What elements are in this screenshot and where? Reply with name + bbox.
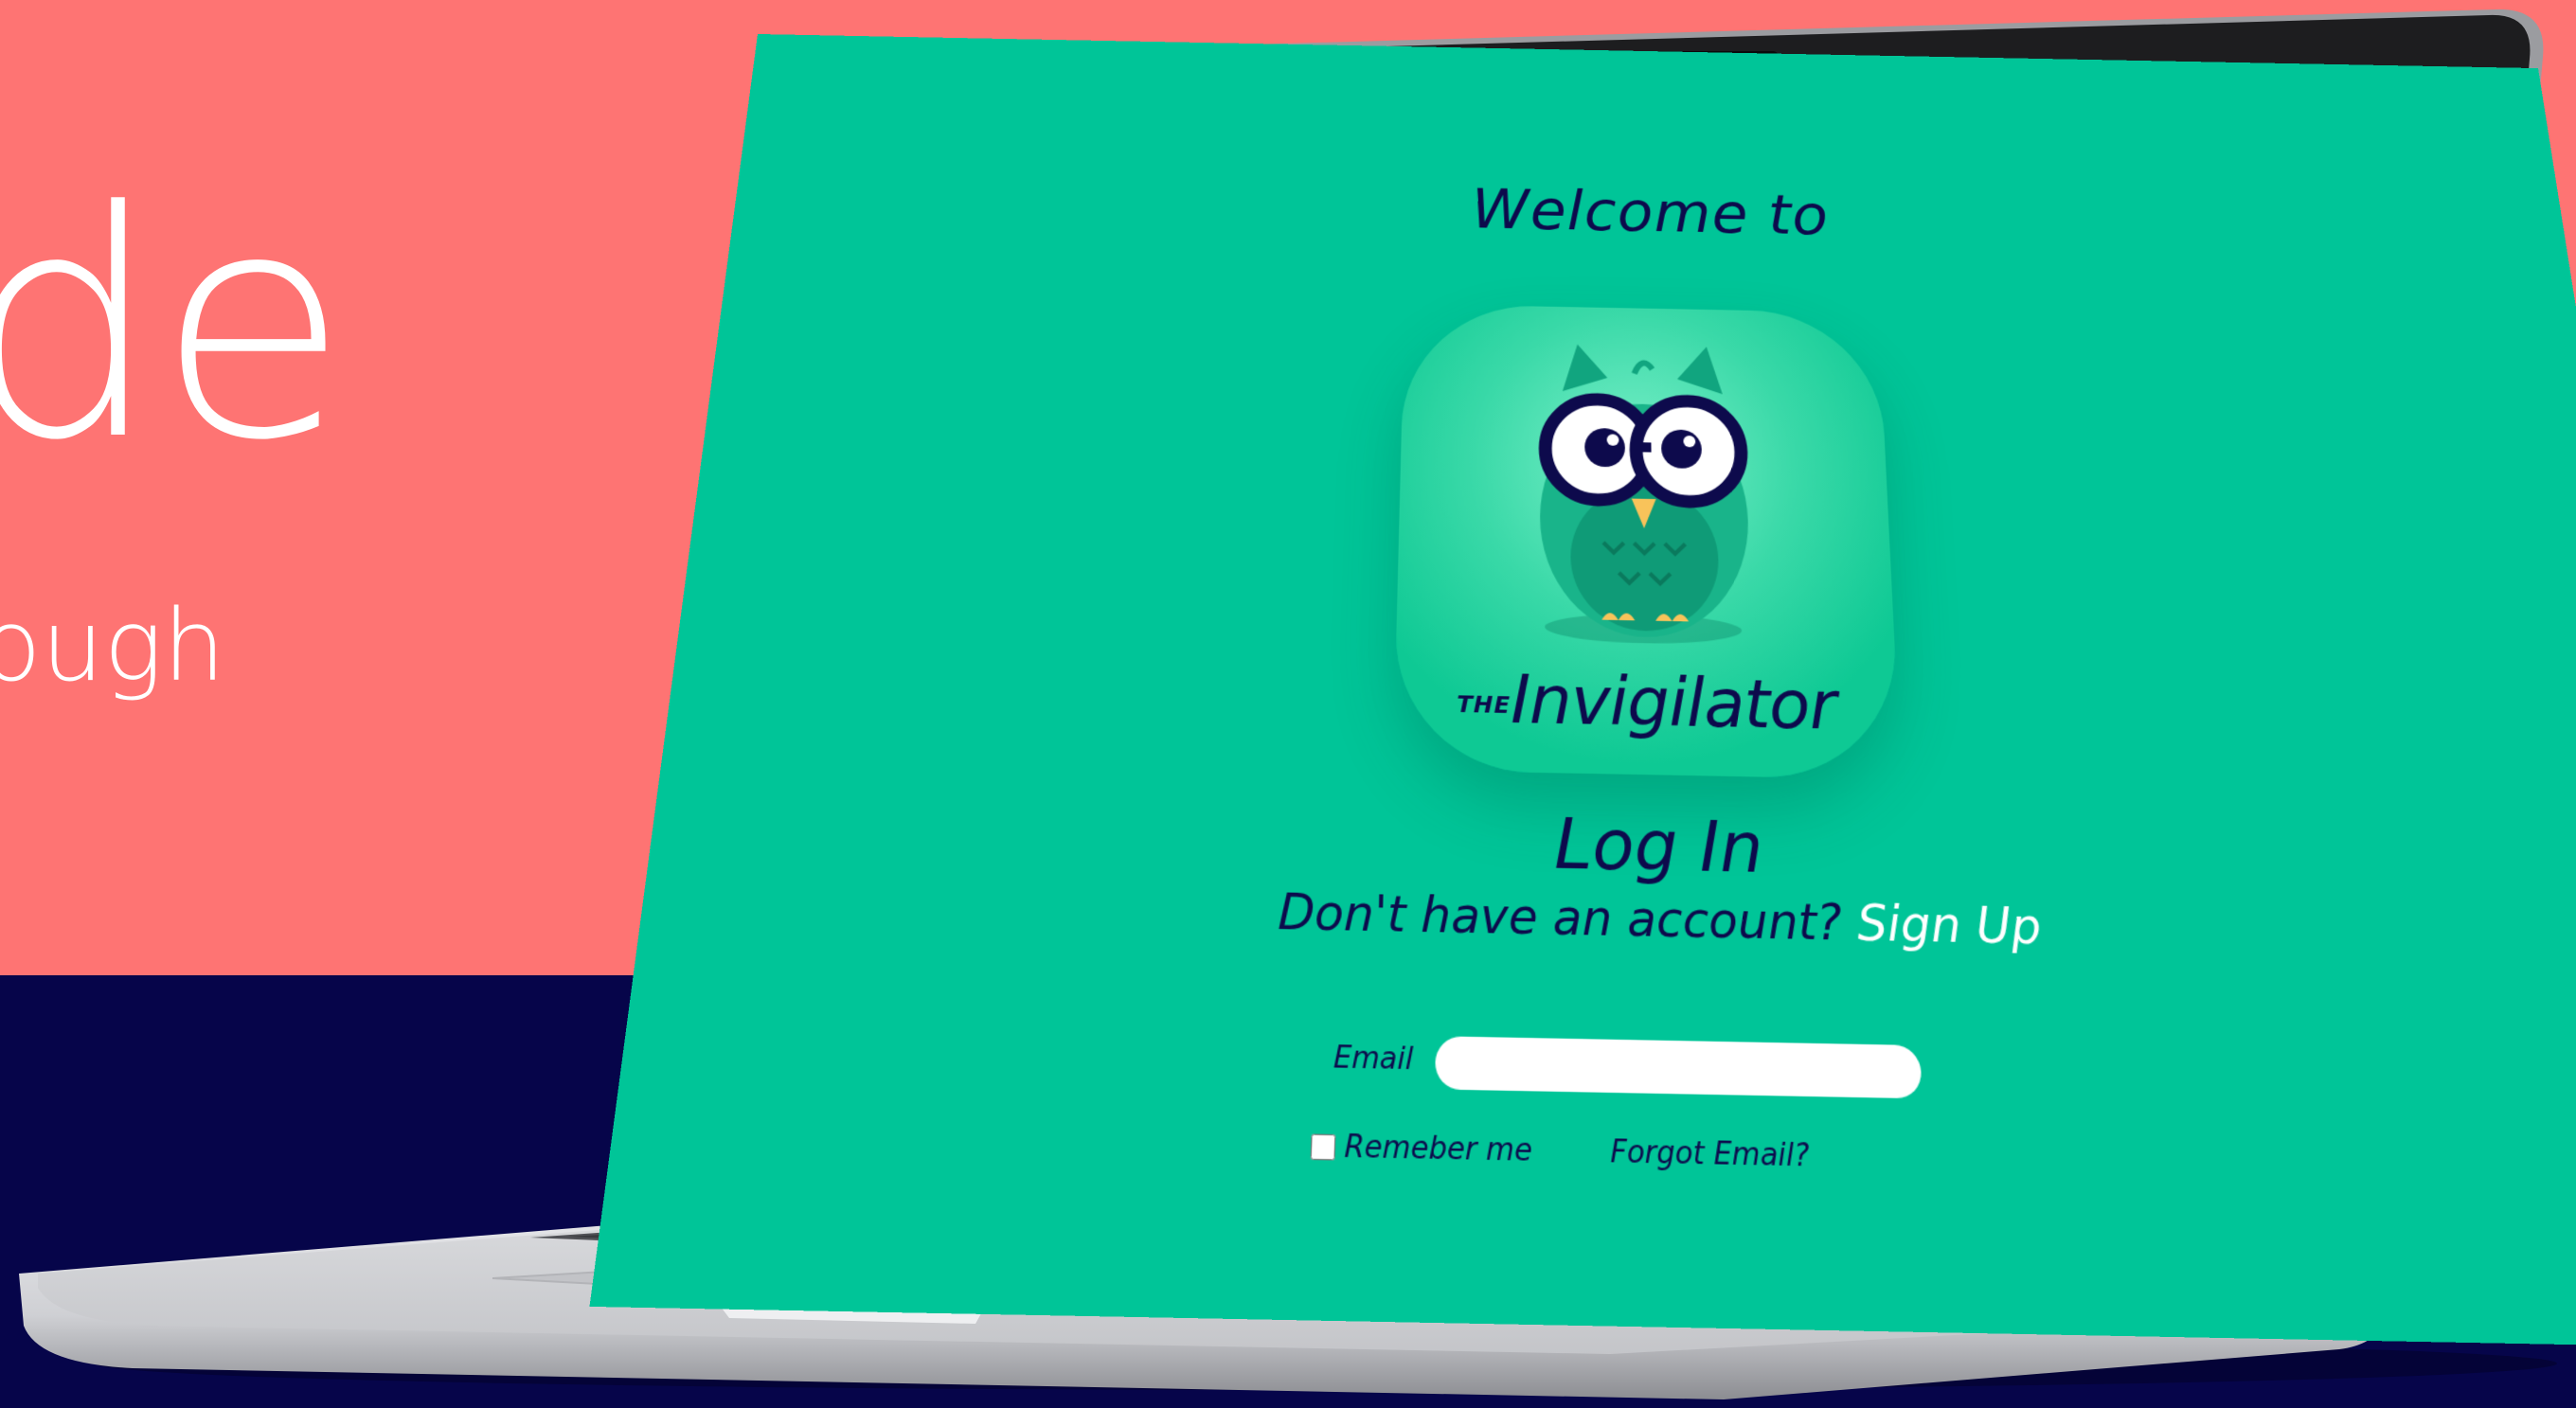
logo-name: Invigilator [1510, 662, 1837, 746]
signup-prompt: Don't have an account? [1277, 884, 1844, 953]
app-logo: THEInvigilator [1392, 303, 1902, 780]
login-page: Welcome to THEInvigilator Log In Don't h… [589, 34, 2576, 1348]
screen-area: Welcome to THEInvigilator Log In Don't h… [589, 34, 2576, 1348]
owl-mascot-icon [1521, 344, 1771, 646]
signup-link[interactable]: Sign Up [1856, 896, 2044, 956]
remember-row: Remeber me Forgot Email? [1310, 1127, 2095, 1189]
email-row: Email [1285, 1033, 2061, 1103]
logo-prefix: THE [1456, 692, 1512, 720]
email-label: Email [1333, 1041, 1414, 1078]
forgot-email-link[interactable]: Forgot Email? [1610, 1135, 1810, 1175]
display: Welcome to THEInvigilator Log In Don't h… [589, 34, 2576, 1348]
welcome-heading: Welcome to [1471, 178, 1831, 248]
email-input[interactable] [1435, 1036, 1923, 1099]
remember-me-checkbox[interactable] [1310, 1133, 1336, 1161]
remember-me-label: Remeber me [1343, 1130, 1532, 1169]
logo-wordmark: THEInvigilator [1394, 660, 1900, 747]
